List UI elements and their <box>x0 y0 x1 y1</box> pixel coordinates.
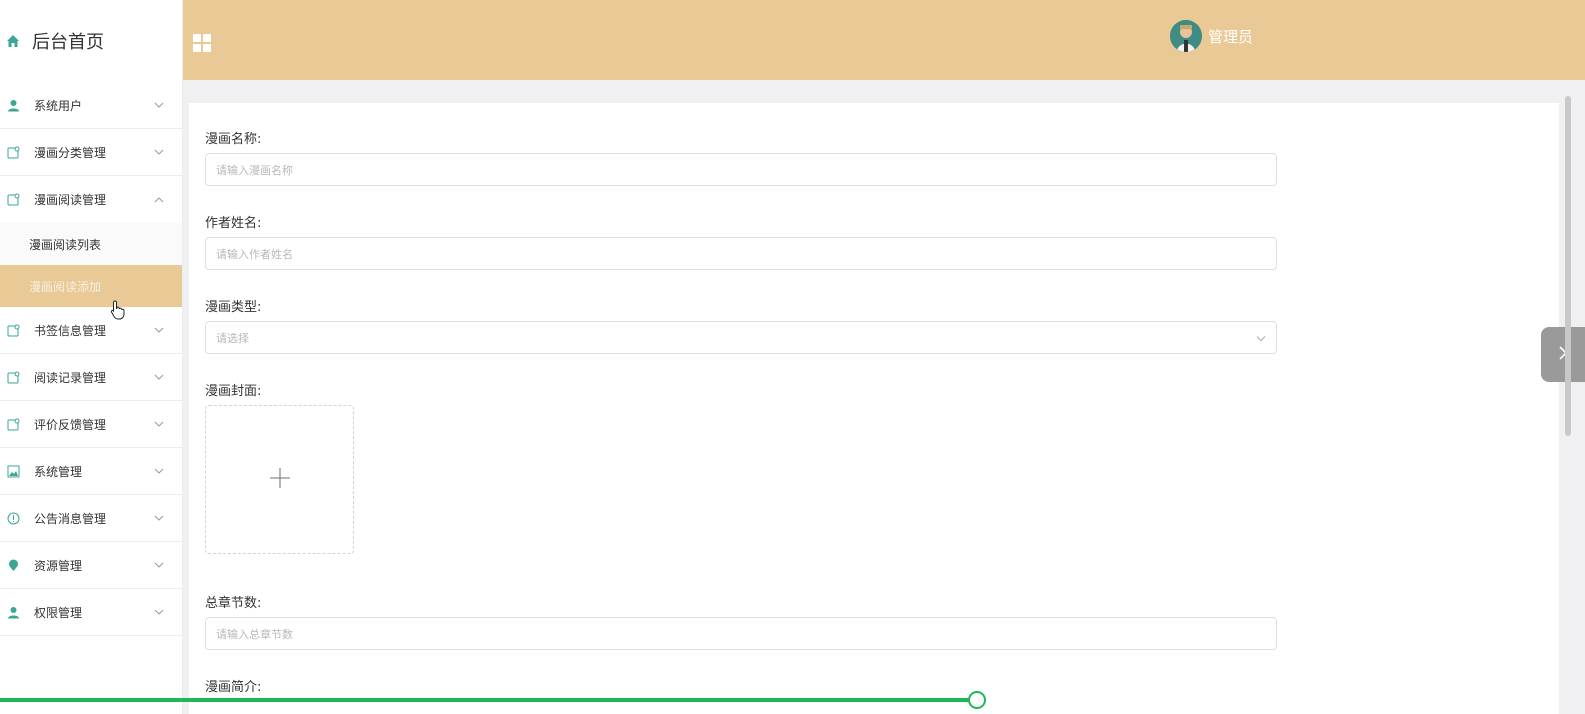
note-icon <box>6 370 20 384</box>
grid-menu-icon[interactable] <box>193 34 211 52</box>
sidebar-item-system-management[interactable]: 系统管理 <box>0 448 182 495</box>
name-label: 漫画名称: <box>205 132 262 147</box>
sidebar-subitem-reading-add[interactable]: 漫画阅读添加 <box>0 265 182 307</box>
scrollbar[interactable] <box>1565 96 1571 436</box>
sidebar-item-label: 书签信息管理 <box>34 323 107 338</box>
info-icon <box>6 511 20 525</box>
chevron-down-icon <box>154 372 164 382</box>
sidebar-item-reading-record-management[interactable]: 阅读记录管理 <box>0 354 182 401</box>
reading-submenu: 漫画阅读列表 漫画阅读添加 <box>0 223 182 307</box>
chapters-field: 总章节数: <box>205 592 261 611</box>
author-field: 作者姓名: <box>205 212 261 231</box>
intro-label: 漫画简介: <box>205 680 262 695</box>
chevron-down-icon <box>1256 331 1266 344</box>
name-field: 漫画名称: <box>205 128 261 147</box>
sidebar-item-resource-management[interactable]: 资源管理 <box>0 542 182 589</box>
user-menu[interactable]: 管理员 <box>1170 20 1253 52</box>
note-icon <box>6 193 20 207</box>
sidebar-item-system-users[interactable]: 系统用户 <box>0 82 182 129</box>
sidebar-item-label: 权限管理 <box>34 605 83 620</box>
sidebar-item-category-management[interactable]: 漫画分类管理 <box>0 129 182 176</box>
author-label: 作者姓名: <box>205 216 262 231</box>
progress-bar <box>0 698 976 702</box>
note-icon <box>6 323 20 337</box>
user-icon <box>6 98 20 112</box>
brand-title: 后台首页 <box>32 32 104 53</box>
top-header: 管理员 <box>183 0 1585 80</box>
chapters-input[interactable]: 请输入总章节数 <box>205 617 1277 650</box>
sidebar: 后台首页 系统用户 漫画分类管理 漫画阅读管理 漫画阅读列表 漫画阅读添加 书签… <box>0 0 183 714</box>
cover-label: 漫画封面: <box>205 384 262 399</box>
chevron-down-icon <box>154 560 164 570</box>
sidebar-item-reading-management[interactable]: 漫画阅读管理 <box>0 176 182 223</box>
sidebar-item-label: 漫画分类管理 <box>34 145 107 160</box>
sidebar-item-label: 公告消息管理 <box>34 511 107 526</box>
cover-upload-button[interactable] <box>205 405 354 554</box>
sidebar-item-label: 评价反馈管理 <box>34 417 107 432</box>
sidebar-item-feedback-management[interactable]: 评价反馈管理 <box>0 401 182 448</box>
chevron-down-icon <box>154 100 164 110</box>
sidebar-item-permission-management[interactable]: 权限管理 <box>0 589 182 636</box>
chevron-up-icon <box>154 195 164 205</box>
sidebar-item-label: 资源管理 <box>34 558 83 573</box>
avatar <box>1170 20 1202 52</box>
side-panel-toggle[interactable] <box>1541 327 1585 382</box>
chevron-down-icon <box>154 147 164 157</box>
sidebar-item-bookmark-management[interactable]: 书签信息管理 <box>0 307 182 354</box>
sidebar-subitem-reading-list[interactable]: 漫画阅读列表 <box>0 223 182 265</box>
sidebar-item-label: 阅读记录管理 <box>34 370 107 385</box>
type-field: 漫画类型: <box>205 296 261 315</box>
sidebar-item-label: 系统用户 <box>34 98 83 113</box>
note-icon <box>6 145 20 159</box>
hand-cursor-icon <box>110 300 126 320</box>
progress-knob[interactable] <box>968 691 986 709</box>
sidebar-item-announcement-management[interactable]: 公告消息管理 <box>0 495 182 542</box>
location-icon <box>6 558 20 572</box>
sidebar-item-label: 漫画阅读管理 <box>34 193 107 207</box>
name-input[interactable]: 请输入漫画名称 <box>205 153 1277 186</box>
chapters-label: 总章节数: <box>205 596 262 611</box>
chevron-down-icon <box>154 607 164 617</box>
chevron-down-icon <box>154 419 164 429</box>
cover-field: 漫画封面: <box>205 380 261 399</box>
brand-home-link[interactable]: 后台首页 <box>0 0 182 82</box>
sidebar-menu: 系统用户 漫画分类管理 漫画阅读管理 漫画阅读列表 漫画阅读添加 书签信息管理 <box>0 82 182 636</box>
author-input[interactable]: 请输入作者姓名 <box>205 237 1277 270</box>
type-select[interactable]: 请选择 <box>205 321 1277 354</box>
intro-field: 漫画简介: <box>205 676 261 695</box>
sidebar-item-label: 系统管理 <box>34 464 83 479</box>
type-label: 漫画类型: <box>205 300 262 315</box>
home-icon <box>6 34 20 48</box>
chevron-down-icon <box>154 513 164 523</box>
note-icon <box>6 417 20 431</box>
image-icon <box>6 464 20 478</box>
user-icon <box>6 605 20 619</box>
chevron-down-icon <box>154 466 164 476</box>
plus-icon <box>269 467 291 493</box>
chevron-down-icon <box>154 325 164 335</box>
form-card: 漫画名称: 请输入漫画名称 作者姓名: 请输入作者姓名 漫画类型: 请选择 漫画… <box>189 103 1559 714</box>
user-name: 管理员 <box>1208 27 1254 46</box>
type-select-placeholder: 请选择 <box>216 331 249 345</box>
